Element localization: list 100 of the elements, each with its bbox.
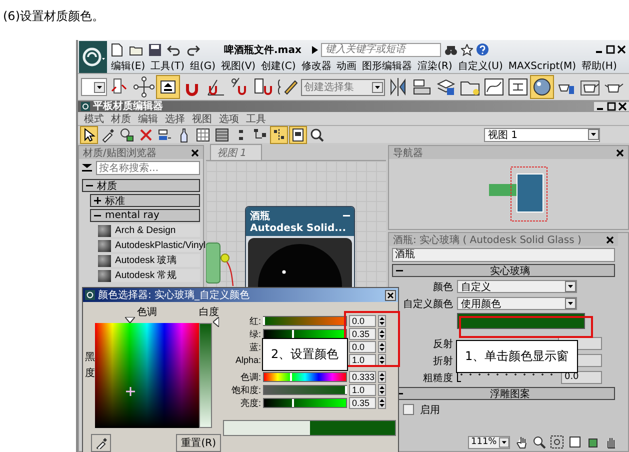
search-field[interactable]: 键入关键字或短语 <box>321 42 442 56</box>
checkbox[interactable] <box>403 404 414 415</box>
maximize-icon[interactable] <box>606 45 615 54</box>
view-tab[interactable]: 视图 1 <box>210 144 262 160</box>
spinner-icon[interactable] <box>378 384 386 396</box>
spinner-icon[interactable] <box>378 371 386 383</box>
menu-item[interactable]: 视图(V) <box>218 59 258 73</box>
minus-icon[interactable] <box>86 182 93 189</box>
dropdown[interactable]: 使用颜色 <box>457 297 577 310</box>
value-field[interactable]: 0.0 <box>349 315 376 327</box>
slider-thumb[interactable] <box>292 399 294 407</box>
frame-icon[interactable] <box>568 435 582 449</box>
close-icon[interactable] <box>606 236 614 244</box>
rollout-header[interactable]: 实心玻璃 <box>392 264 615 277</box>
view-dropdown[interactable]: 视图 1 <box>484 128 600 142</box>
caret-icon[interactable] <box>498 436 509 448</box>
color-channel-slider[interactable] <box>263 385 347 395</box>
spinner-icon[interactable] <box>378 328 386 340</box>
caret-icon[interactable] <box>588 129 599 140</box>
slider-thumb[interactable] <box>290 373 292 381</box>
eyedropper-button[interactable] <box>91 434 111 452</box>
caret-icon[interactable] <box>565 298 576 309</box>
binoculars-icon[interactable] <box>444 44 458 56</box>
maximize-icon[interactable] <box>607 102 616 111</box>
spinner-magnet-icon[interactable] <box>253 76 275 98</box>
menu-item[interactable]: 选项 <box>219 112 239 126</box>
caret-icon[interactable] <box>372 82 383 92</box>
help-icon[interactable] <box>476 43 490 56</box>
minus-icon[interactable] <box>396 267 403 274</box>
whiteness-bar[interactable] <box>199 323 212 428</box>
spinner-icon[interactable] <box>378 354 386 366</box>
menu-item[interactable]: MAXScript(M) <box>506 60 578 72</box>
color-channel-slider[interactable] <box>263 398 347 408</box>
color-spectrum[interactable] <box>95 323 199 428</box>
category-header[interactable]: 标准 <box>90 194 200 207</box>
eyedropper-icon[interactable] <box>100 126 116 142</box>
close-icon[interactable] <box>191 148 199 156</box>
zoom-dropdown[interactable]: 111% <box>468 436 510 448</box>
menu-item[interactable]: 材质 <box>111 112 131 126</box>
menu-item[interactable]: 工具(T) <box>148 59 186 73</box>
value-field[interactable]: 1.0 <box>349 354 376 366</box>
checker-icon[interactable] <box>195 126 211 142</box>
minus-icon[interactable] <box>343 214 350 218</box>
value-field[interactable]: 0.333 <box>349 371 376 383</box>
close-icon[interactable] <box>618 102 627 111</box>
menu-item[interactable]: 帮助(H) <box>580 59 619 73</box>
caret-icon[interactable] <box>94 82 105 92</box>
search-field[interactable]: 按名称搜索... <box>96 161 200 175</box>
checker-icon[interactable] <box>214 126 230 142</box>
menu-item[interactable]: 组(G) <box>188 59 218 73</box>
menu-item[interactable]: 图形编辑器 <box>360 59 414 73</box>
slider-thumb[interactable] <box>292 330 294 338</box>
filter-dropdown[interactable] <box>81 78 107 96</box>
curve-editor-icon[interactable] <box>483 76 505 98</box>
menu-item[interactable]: 创建(C) <box>259 59 298 73</box>
category-header[interactable]: 材质 <box>82 179 200 192</box>
menu-item[interactable]: 视图 <box>192 112 212 126</box>
zoom-icon[interactable] <box>532 435 546 449</box>
material-sphere-icon[interactable] <box>531 76 553 98</box>
menu-item[interactable]: 模式 <box>84 112 104 126</box>
menu-item[interactable]: 修改器 <box>299 59 334 73</box>
star-icon[interactable] <box>461 44 474 56</box>
triangle-icon[interactable] <box>213 317 219 327</box>
zoom-region-icon[interactable] <box>550 435 564 449</box>
menu-item[interactable]: 渲染(R) <box>416 59 454 73</box>
close-icon[interactable] <box>385 290 396 300</box>
plus-icon[interactable] <box>94 197 101 204</box>
minus-icon[interactable] <box>94 212 101 219</box>
schematic-icon[interactable] <box>507 76 529 98</box>
value-field[interactable]: 1.0 <box>349 384 376 396</box>
pan-icon[interactable] <box>514 435 528 449</box>
spinner-icon[interactable] <box>378 315 386 327</box>
delete-icon[interactable] <box>138 126 154 142</box>
panel-icon[interactable] <box>290 126 306 142</box>
spinner-icon[interactable] <box>378 397 386 409</box>
save-icon[interactable] <box>147 42 163 58</box>
menu-item[interactable]: 编辑 <box>138 112 158 126</box>
color-channel-slider[interactable] <box>263 316 347 326</box>
menu-item[interactable]: 选择 <box>165 112 185 126</box>
menu-item[interactable]: 编辑(E) <box>109 59 148 73</box>
move-icon[interactable] <box>133 76 155 98</box>
reset-button[interactable]: 重置(R) <box>176 434 221 452</box>
selection-set-dropdown[interactable]: 创建选择集 <box>301 78 385 96</box>
menu-item[interactable]: 自定义(U) <box>456 59 505 73</box>
new-file-icon[interactable] <box>109 42 125 58</box>
menu-item[interactable]: 工具 <box>246 112 266 126</box>
app-logo-icon[interactable] <box>79 41 107 73</box>
name-field[interactable]: 酒瓶 <box>392 248 615 262</box>
material-item[interactable]: AutodeskPlastic/Vinyl <box>115 240 206 251</box>
close-icon[interactable] <box>617 45 626 54</box>
menu-icon[interactable] <box>82 164 92 172</box>
caret-icon[interactable] <box>565 281 576 292</box>
close-icon[interactable] <box>616 148 624 156</box>
material-put-icon[interactable] <box>119 126 135 142</box>
triangle-icon[interactable] <box>124 317 135 323</box>
spinner-icon[interactable] <box>378 341 386 353</box>
dropdown[interactable]: 自定义 <box>457 280 577 293</box>
value-field[interactable]: 0.35 <box>349 397 376 409</box>
color-channel-slider[interactable] <box>263 372 347 382</box>
crosshair-icon[interactable] <box>126 387 135 396</box>
